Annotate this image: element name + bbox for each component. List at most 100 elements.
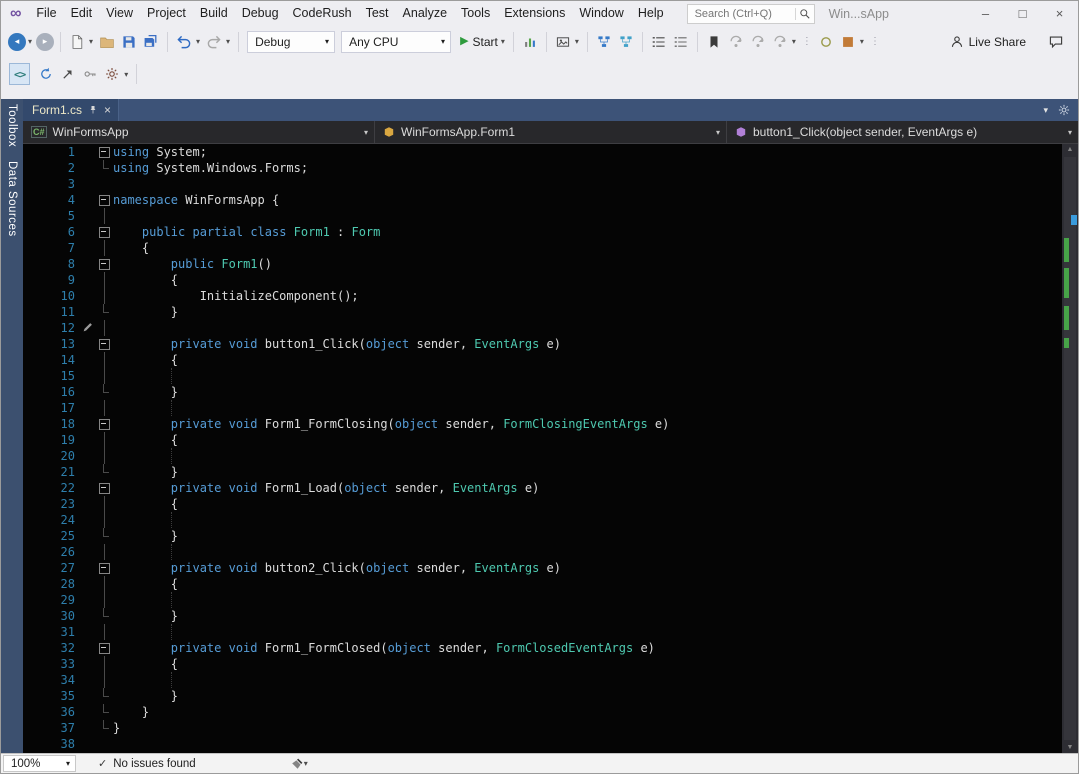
menu-item-build[interactable]: Build — [193, 1, 235, 26]
menu-item-tools[interactable]: Tools — [454, 1, 497, 26]
minimize-button[interactable]: – — [967, 1, 1004, 26]
line-number[interactable]: 23 — [23, 496, 81, 512]
member-dropdown[interactable]: button1_Click(object sender, EventArgs e… — [727, 121, 1078, 143]
code-line[interactable]: 17 — [23, 400, 1062, 416]
code-line[interactable]: 35 } — [23, 688, 1062, 704]
line-number[interactable]: 30 — [23, 608, 81, 624]
tab-form1-cs[interactable]: Form1.cs × — [23, 99, 119, 121]
step-into-button[interactable] — [726, 31, 746, 53]
line-number[interactable]: 7 — [23, 240, 81, 256]
line-number[interactable]: 15 — [23, 368, 81, 384]
call-hierarchy-button[interactable] — [616, 31, 636, 53]
code-line[interactable]: 1using System; — [23, 144, 1062, 160]
line-number[interactable]: 1 — [23, 144, 81, 160]
menu-item-analyze[interactable]: Analyze — [396, 1, 454, 26]
code-line[interactable]: 24 — [23, 512, 1062, 528]
code-line[interactable]: 7 { — [23, 240, 1062, 256]
vertical-scrollbar[interactable]: ▲ ▼ — [1062, 144, 1078, 753]
code-line[interactable]: 30 } — [23, 608, 1062, 624]
line-number[interactable]: 20 — [23, 448, 81, 464]
maximize-button[interactable]: □ — [1004, 1, 1041, 26]
quick-search-box[interactable] — [687, 4, 815, 24]
fold-collapse-button[interactable] — [99, 227, 110, 238]
code-line[interactable]: 5 — [23, 208, 1062, 224]
line-number[interactable]: 9 — [23, 272, 81, 288]
outline-margin[interactable] — [95, 560, 113, 576]
sidebar-item-data-sources[interactable]: Data Sources — [6, 161, 18, 237]
line-number[interactable]: 29 — [23, 592, 81, 608]
code-line[interactable]: 13 private void button1_Click(object sen… — [23, 336, 1062, 352]
outline-margin[interactable] — [95, 336, 113, 352]
code-line[interactable]: 12 — [23, 320, 1062, 336]
code-cleanup-chevron-icon[interactable]: ▾ — [304, 759, 308, 768]
code-line[interactable]: 18 private void Form1_FormClosing(object… — [23, 416, 1062, 432]
toolbar-overflow-chevron-icon[interactable]: ▾ — [792, 37, 796, 46]
pin-icon[interactable] — [88, 105, 98, 115]
line-number[interactable]: 25 — [23, 528, 81, 544]
code-line[interactable]: 6 public partial class Form1 : Form — [23, 224, 1062, 240]
line-number[interactable]: 34 — [23, 672, 81, 688]
menu-item-view[interactable]: View — [99, 1, 140, 26]
fold-collapse-button[interactable] — [99, 147, 110, 158]
outline-margin[interactable] — [95, 144, 113, 160]
menu-item-test[interactable]: Test — [359, 1, 396, 26]
toolbar-overflow-grip-icon[interactable]: ⋮ — [802, 36, 812, 47]
screenshot-button[interactable] — [553, 31, 573, 53]
code-line[interactable]: 23 { — [23, 496, 1062, 512]
line-number[interactable]: 35 — [23, 688, 81, 704]
bookmark-button[interactable] — [704, 31, 724, 53]
fold-collapse-button[interactable] — [99, 259, 110, 270]
line-number[interactable]: 17 — [23, 400, 81, 416]
menu-item-window[interactable]: Window — [572, 1, 630, 26]
code-line[interactable]: 33 { — [23, 656, 1062, 672]
scroll-down-arrow-icon[interactable]: ▼ — [1062, 744, 1078, 751]
feedback-button[interactable] — [1046, 31, 1066, 53]
sidebar-item-toolbox[interactable]: Toolbox — [6, 104, 18, 147]
line-number[interactable]: 19 — [23, 432, 81, 448]
new-file-button[interactable] — [67, 31, 87, 53]
code-line[interactable]: 19 { — [23, 432, 1062, 448]
code-line[interactable]: 28 { — [23, 576, 1062, 592]
code-line[interactable]: 37} — [23, 720, 1062, 736]
code-line[interactable]: 26 — [23, 544, 1062, 560]
code-line[interactable]: 22 private void Form1_Load(object sender… — [23, 480, 1062, 496]
editor-options-gear-icon[interactable] — [1058, 104, 1070, 116]
start-debugging-button[interactable]: ▶ Start — [460, 35, 498, 49]
jump-to-button[interactable] — [58, 63, 78, 85]
fold-collapse-button[interactable] — [99, 339, 110, 350]
line-number[interactable]: 31 — [23, 624, 81, 640]
line-number[interactable]: 33 — [23, 656, 81, 672]
code-line[interactable]: 9 { — [23, 272, 1062, 288]
line-number[interactable]: 5 — [23, 208, 81, 224]
outline-margin[interactable] — [95, 192, 113, 208]
refresh-button[interactable] — [36, 63, 56, 85]
tab-list-chevron-icon[interactable]: ▾ — [1043, 105, 1048, 116]
performance-profiler-button[interactable] — [520, 31, 540, 53]
line-number[interactable]: 22 — [23, 480, 81, 496]
class-hierarchy-button[interactable] — [594, 31, 614, 53]
toolbar-overflow-grip-icon[interactable]: ⋮ — [870, 36, 880, 47]
line-number[interactable]: 27 — [23, 560, 81, 576]
new-file-chevron-icon[interactable]: ▾ — [89, 37, 93, 46]
menu-item-file[interactable]: File — [29, 1, 63, 26]
outline-margin[interactable] — [95, 256, 113, 272]
code-editor[interactable]: 1using System;2using System.Windows.Form… — [23, 144, 1062, 753]
line-number[interactable]: 28 — [23, 576, 81, 592]
outline-margin[interactable] — [95, 640, 113, 656]
code-line[interactable]: 25 } — [23, 528, 1062, 544]
code-line[interactable]: 27 private void button2_Click(object sen… — [23, 560, 1062, 576]
undo-button[interactable] — [174, 31, 194, 53]
line-number[interactable]: 11 — [23, 304, 81, 320]
code-cleanup-broom-icon[interactable] — [291, 758, 303, 770]
unit-test-button[interactable] — [80, 63, 100, 85]
toolbar-overflow-chevron-icon[interactable]: ▾ — [860, 37, 864, 46]
navigate-backward-button[interactable]: ◂ — [8, 33, 26, 51]
error-list-button[interactable] — [649, 31, 669, 53]
code-line[interactable]: 20 — [23, 448, 1062, 464]
search-icon[interactable] — [799, 8, 811, 20]
navigate-backward-chevron-icon[interactable]: ▾ — [28, 37, 32, 46]
solution-configurations-combo[interactable]: Debug ▾ — [247, 31, 335, 53]
menu-item-edit[interactable]: Edit — [64, 1, 100, 26]
code-line[interactable]: 11 } — [23, 304, 1062, 320]
breakpoints-button[interactable] — [816, 31, 836, 53]
